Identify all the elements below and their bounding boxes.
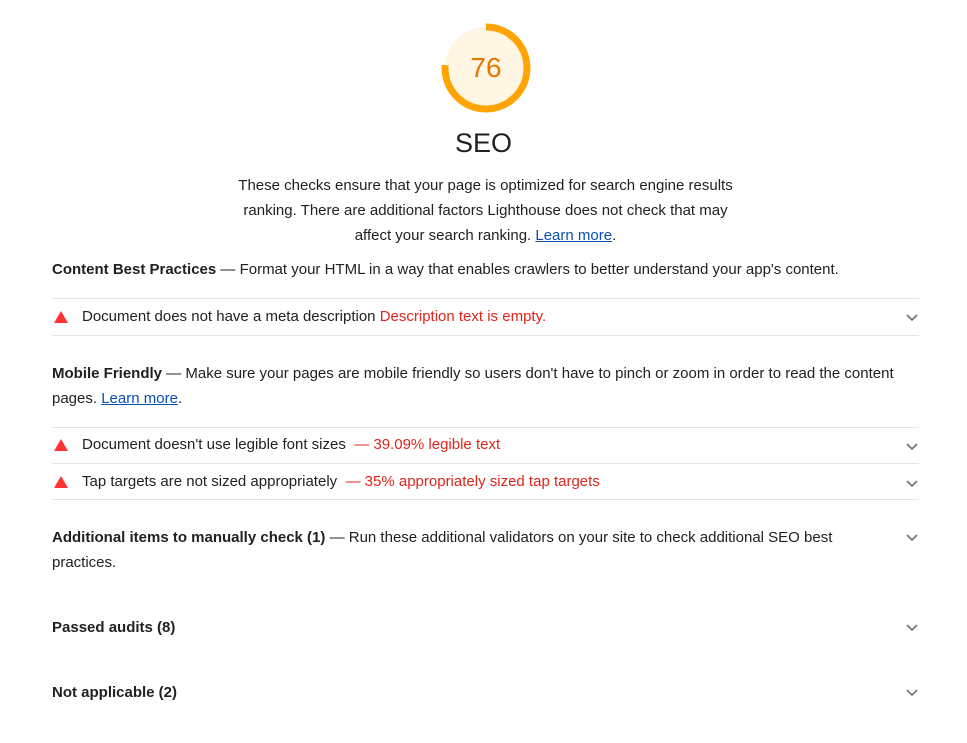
group-description: Format your HTML in a way that enables c…: [239, 261, 839, 278]
group-mobile-friendly: Mobile Friendly — Make sure your pages a…: [52, 365, 894, 407]
triangle-warning-icon: [54, 311, 68, 323]
audit-title: Document does not have a meta descriptio…: [82, 308, 376, 325]
triangle-warning-icon: [54, 439, 68, 451]
chevron-down-icon[interactable]: [906, 689, 918, 699]
chevron-down-icon[interactable]: [906, 443, 918, 453]
group-title: Mobile Friendly: [52, 365, 163, 382]
audit-font-size[interactable]: Document doesn't use legible font sizes …: [52, 427, 919, 463]
audit-title: Tap targets are not sized appropriately: [82, 473, 338, 490]
chevron-down-icon[interactable]: [906, 624, 918, 634]
audit-display-value: Description text is empty.: [379, 308, 547, 325]
group-title: Additional items to manually check (1): [52, 529, 326, 546]
learn-more-link[interactable]: Learn more: [535, 227, 612, 244]
chevron-down-icon[interactable]: [906, 534, 918, 544]
chevron-down-icon[interactable]: [906, 314, 918, 324]
not-applicable-toggle[interactable]: Not applicable (2): [52, 680, 177, 705]
group-manual-check[interactable]: Additional items to manually check (1) —…: [52, 525, 852, 575]
chevron-down-icon[interactable]: [906, 480, 918, 490]
triangle-warning-icon: [54, 476, 68, 488]
learn-more-link[interactable]: Learn more: [101, 390, 178, 407]
group-content-best-practices: Content Best Practices — Format your HTM…: [52, 261, 839, 278]
audit-title: Document doesn't use legible font sizes: [82, 436, 346, 453]
audit-display-value: — 35% appropriately sized tap targets: [345, 473, 600, 490]
audit-tap-targets[interactable]: Tap targets are not sized appropriately …: [52, 464, 919, 500]
score-gauge[interactable]: 76: [441, 23, 531, 113]
score-value: 76: [470, 52, 502, 83]
divider: [52, 499, 919, 500]
category-title: SEO: [454, 128, 513, 158]
group-title: Content Best Practices: [52, 261, 217, 278]
audit-display-value: — 39.09% legible text: [354, 436, 501, 453]
audit-meta-description[interactable]: Document does not have a meta descriptio…: [52, 299, 919, 335]
divider: [52, 335, 919, 336]
seo-report: 76 SEO These checks ensure that your pag…: [0, 0, 967, 743]
category-description: These checks ensure that your page is op…: [238, 177, 733, 244]
category-description-text: These checks ensure that your page is op…: [238, 177, 733, 244]
passed-audits-toggle[interactable]: Passed audits (8): [52, 615, 175, 640]
